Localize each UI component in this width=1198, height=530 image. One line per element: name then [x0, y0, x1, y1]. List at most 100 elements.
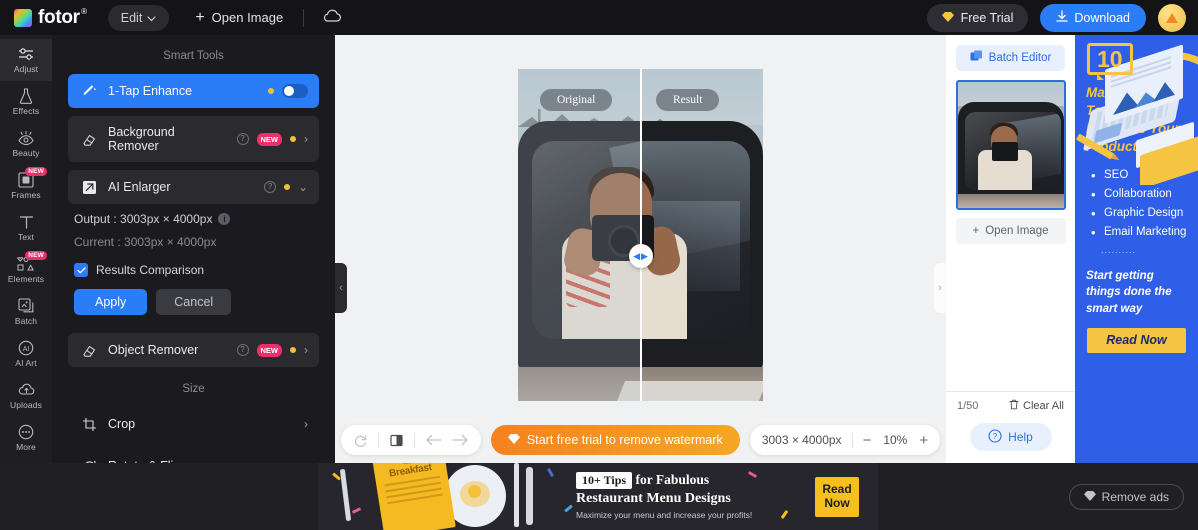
- collapse-right-panel-handle[interactable]: ›: [934, 263, 946, 313]
- svg-text:AI: AI: [23, 346, 30, 353]
- left-sidebar: Adjust Effects Beauty NEW Frames Text NE…: [0, 35, 52, 463]
- tool-actions: ? NEW ›: [236, 132, 308, 146]
- undo-arrow-icon[interactable]: [425, 434, 442, 446]
- free-trial-label: Free Trial: [960, 10, 1014, 25]
- sidebar-item-text[interactable]: Text: [0, 207, 52, 249]
- results-comparison-checkbox[interactable]: Results Comparison: [74, 263, 319, 277]
- chevron-right-icon[interactable]: ›: [304, 343, 308, 357]
- info-icon[interactable]: i: [218, 213, 231, 225]
- history-tool-group: [340, 425, 481, 455]
- bottom-ad-headline-line1: 10+ Tips for Fabulous: [576, 472, 806, 489]
- thumb-ground: [957, 194, 1064, 208]
- bottom-ad-read-now-button[interactable]: Read Now: [815, 477, 859, 517]
- open-image-label: Open Image: [211, 10, 284, 25]
- tool-label: Crop: [108, 416, 136, 431]
- image-comparison-viewport[interactable]: Original Result ◀ ▶: [518, 69, 763, 401]
- zoom-tool-group: 3003 × 4000px − 10% +: [749, 425, 941, 455]
- sidebar-item-more[interactable]: More: [0, 417, 52, 459]
- help-circle-icon[interactable]: ?: [263, 181, 276, 193]
- tool-background-remover[interactable]: Background Remover ? NEW ›: [68, 116, 319, 162]
- sidebar-item-frames[interactable]: NEW Frames: [0, 165, 52, 207]
- tool-object-remover[interactable]: Object Remover ? NEW ›: [68, 333, 319, 367]
- collapse-left-panel-handle[interactable]: ‹: [335, 263, 347, 313]
- toggle-knob: [284, 86, 294, 96]
- chevron-left-icon: ‹: [339, 282, 343, 294]
- sidebar-item-uploads[interactable]: Uploads: [0, 375, 52, 417]
- free-trial-button[interactable]: Free Trial: [926, 3, 1029, 32]
- batch-panel: Batch Editor + Open Image 1/50 Clear All…: [946, 35, 1075, 463]
- output-size-row: Output : 3003px × 4000px i: [74, 212, 319, 226]
- sidebar-item-effects[interactable]: Effects: [0, 81, 52, 123]
- ad-bullet-list: SEO Collaboration Graphic Design Email M…: [1091, 168, 1187, 240]
- upload-icon: [18, 382, 35, 398]
- ad-bullet-item: SEO: [1091, 168, 1187, 183]
- tool-ai-enlarger[interactable]: AI Enlarger ? ⌄: [68, 170, 319, 204]
- tool-rotate-flip[interactable]: Rotate & Flip ›: [68, 449, 319, 463]
- help-circle-icon[interactable]: ?: [236, 344, 249, 356]
- layers-icon: [970, 50, 983, 66]
- ad-subline: Start getting things done the smart way: [1086, 270, 1172, 315]
- right-ad-banner[interactable]: 10 Marketing Tools to Maximize Your Prod…: [1075, 35, 1198, 463]
- chevron-right-icon[interactable]: ›: [304, 132, 308, 146]
- edit-menu-button[interactable]: Edit: [107, 4, 170, 31]
- crop-icon: [79, 417, 99, 432]
- apply-button[interactable]: Apply: [74, 289, 148, 315]
- reset-icon[interactable]: [353, 433, 368, 448]
- zoom-in-button[interactable]: +: [919, 432, 928, 449]
- remove-ads-button[interactable]: Remove ads: [1068, 484, 1184, 510]
- fotor-logo[interactable]: fotor ®: [14, 6, 87, 29]
- sidebar-item-label: Elements: [7, 274, 45, 284]
- remove-watermark-trial-button[interactable]: Start free trial to remove watermark: [490, 425, 740, 455]
- sidebar-item-ai-art[interactable]: AI AI Art: [0, 333, 52, 375]
- tool-label: AI Enlarger: [108, 179, 171, 194]
- brand-name: fotor: [38, 6, 80, 28]
- remove-ads-label: Remove ads: [1101, 490, 1169, 504]
- sidebar-item-batch[interactable]: Batch: [0, 291, 52, 333]
- open-image-button[interactable]: + Open Image: [195, 8, 284, 26]
- tool-one-tap-enhance[interactable]: 1-Tap Enhance: [68, 74, 319, 108]
- sidebar-item-adjust[interactable]: Adjust: [0, 39, 52, 81]
- cancel-button[interactable]: Cancel: [156, 289, 232, 315]
- comparison-slider-handle[interactable]: ◀ ▶: [628, 244, 653, 268]
- chevron-down-icon: [147, 11, 156, 25]
- chevron-down-icon[interactable]: ⌄: [298, 180, 308, 194]
- toolbar-divider: [303, 8, 305, 27]
- ad-read-now-button[interactable]: Read Now: [1087, 327, 1186, 353]
- canvas-area[interactable]: ‹ › Original Result ◀ ▶ Start free trial…: [335, 35, 946, 463]
- trash-icon: [1009, 399, 1019, 413]
- plus-icon: +: [195, 8, 205, 26]
- bottom-ad-subline: Maximize your menu and increase your pro…: [576, 510, 753, 520]
- tool-actions: ? ⌄: [263, 180, 308, 194]
- sidebar-item-elements[interactable]: NEW Elements: [0, 249, 52, 291]
- chevron-right-icon[interactable]: ›: [304, 417, 308, 431]
- tool-crop[interactable]: Crop ›: [68, 407, 319, 441]
- more-icon: [18, 424, 34, 440]
- one-tap-enhance-toggle[interactable]: [282, 84, 308, 98]
- compare-icon[interactable]: [389, 433, 404, 448]
- tool-label: 1-Tap Enhance: [108, 83, 193, 98]
- text-icon: [19, 214, 34, 230]
- spoon-icon: [526, 467, 533, 525]
- help-circle-icon[interactable]: ?: [236, 133, 249, 145]
- original-label-badge: Original: [540, 89, 613, 111]
- open-image-panel-button[interactable]: + Open Image: [955, 218, 1066, 244]
- tools-panel: Smart Tools 1-Tap Enhance Background Rem…: [52, 35, 335, 463]
- zoom-out-button[interactable]: −: [863, 432, 872, 449]
- confetti: [546, 467, 555, 478]
- cloud-icon[interactable]: [322, 9, 342, 26]
- headline-rest: for Fabulous: [632, 472, 710, 487]
- toolbar-separator: [413, 432, 415, 448]
- sidebar-item-label: Beauty: [12, 148, 40, 158]
- bottom-ad-banner[interactable]: Joe's Breakfast 10+ Tips for Fabulous Re…: [318, 463, 878, 530]
- image-thumbnail[interactable]: [955, 80, 1066, 210]
- eraser-icon: [79, 132, 99, 147]
- redo-arrow-icon[interactable]: [452, 434, 469, 446]
- help-button[interactable]: ? Help: [969, 423, 1052, 451]
- avatar[interactable]: [1158, 3, 1186, 32]
- sidebar-item-beauty[interactable]: Beauty: [0, 123, 52, 165]
- premium-dot-icon: [283, 184, 290, 190]
- clear-all-button[interactable]: Clear All: [1009, 399, 1064, 413]
- svg-text:?: ?: [993, 432, 998, 441]
- batch-editor-button[interactable]: Batch Editor: [956, 45, 1065, 71]
- download-button[interactable]: Download: [1040, 3, 1146, 32]
